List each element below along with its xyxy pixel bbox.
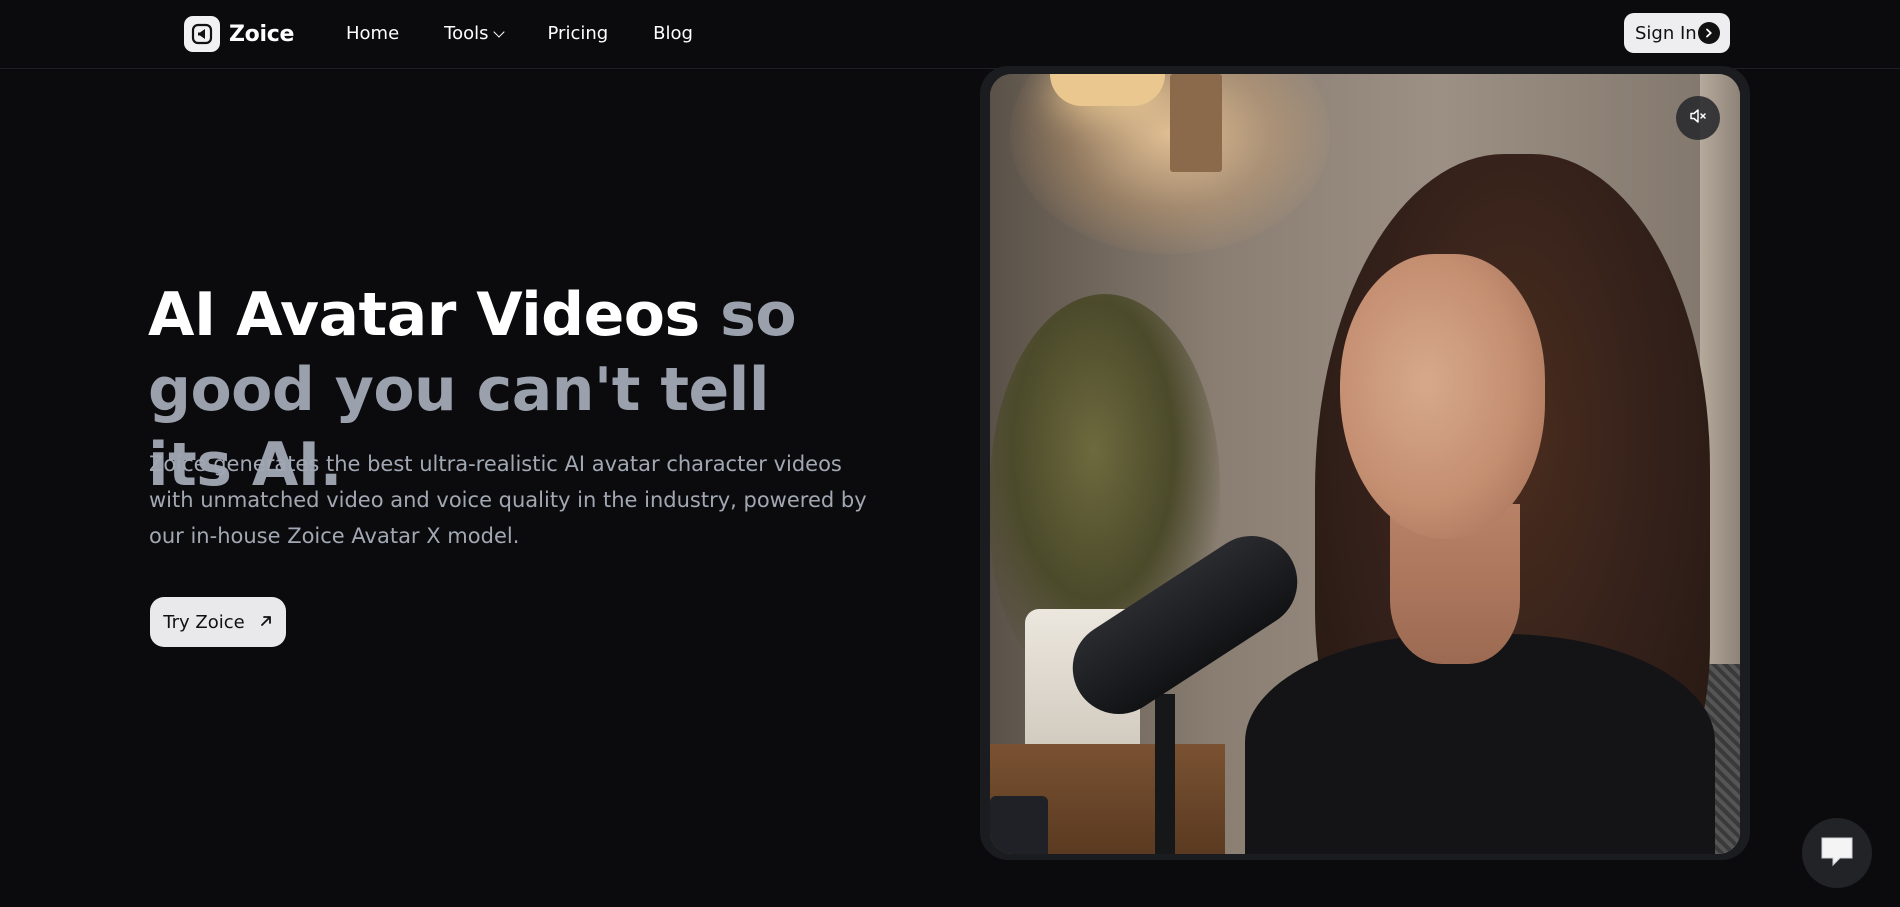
main-nav: Home Tools Pricing Blog [346,21,738,47]
nav-label: Tools [444,23,489,44]
avatar-body [1245,634,1715,854]
mug [990,796,1048,854]
avatar-video[interactable] [990,74,1740,854]
hero-title-highlight: AI Avatar Videos [148,280,700,350]
sign-in-button[interactable]: Sign In [1624,13,1730,53]
wall-lamp [1050,74,1165,106]
hero-description: Zoice generates the best ultra-realistic… [149,452,867,548]
microphone-stand [1155,694,1175,854]
site-header: Zoice Home Tools Pricing Blog Sign In [0,0,1900,69]
arrow-up-right-icon [259,612,273,633]
sign-in-label: Sign In [1635,22,1697,44]
brand-logo[interactable]: Zoice [184,16,294,52]
nav-label: Home [346,23,400,44]
chevron-right-circle-icon [1698,22,1720,44]
nav-item-pricing[interactable]: Pricing [548,21,609,47]
nav-item-blog[interactable]: Blog [653,21,693,47]
nav-label: Blog [653,23,693,44]
try-zoice-button[interactable]: Try Zoice [150,597,286,647]
speaker-play-icon [184,16,220,52]
mute-toggle-button[interactable] [1676,96,1720,140]
nav-label: Pricing [547,23,609,44]
volume-muted-icon [1688,106,1708,130]
chat-bubble-icon [1818,834,1856,872]
chevron-down-icon [492,25,505,38]
try-zoice-label: Try Zoice [163,611,245,633]
chat-widget-button[interactable] [1802,818,1872,888]
nav-item-tools[interactable]: Tools [444,21,505,47]
nav-item-home[interactable]: Home [346,21,399,47]
avatar-video-card [980,66,1750,860]
wall-bracket [1170,74,1222,172]
brand-name: Zoice [229,21,295,47]
avatar-face [1340,254,1545,539]
